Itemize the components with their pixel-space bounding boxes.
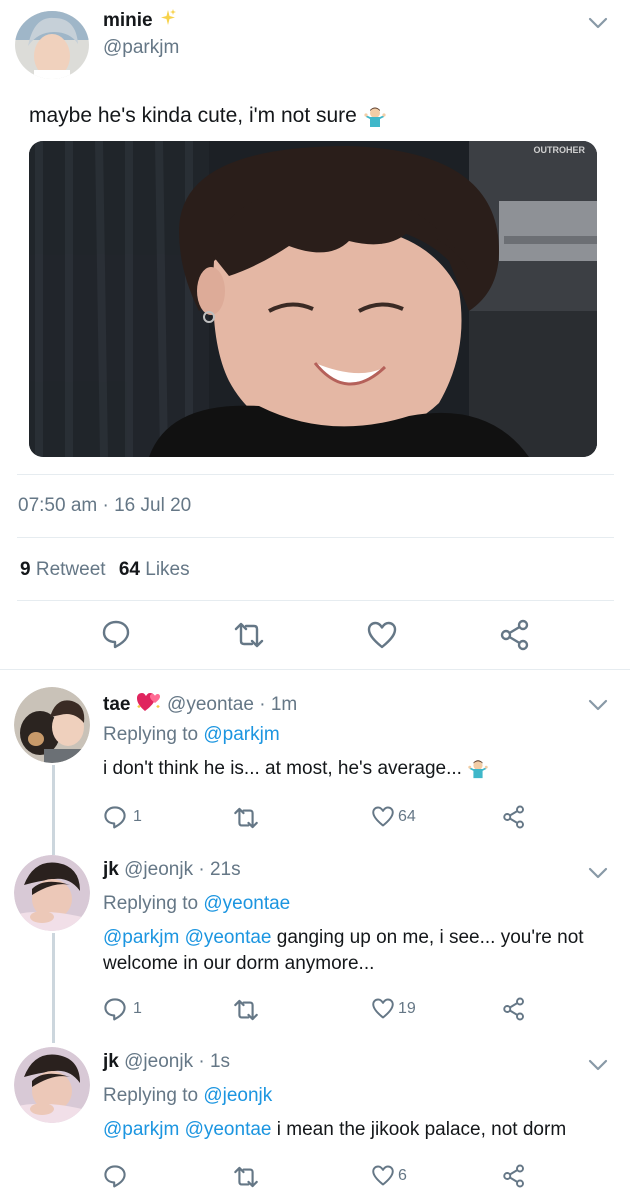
retweet-icon[interactable] bbox=[232, 621, 266, 649]
divider bbox=[17, 474, 614, 475]
thread-line bbox=[52, 933, 55, 1043]
reply-header: tae @yeontae · 1m bbox=[103, 691, 297, 719]
main-author-name[interactable]: minie bbox=[103, 8, 178, 34]
reply-count: 1 bbox=[133, 808, 142, 825]
like-button[interactable]: 6 bbox=[371, 1164, 407, 1187]
reply-header: jk @jeonjk · 1s bbox=[103, 1051, 230, 1073]
retweet-icon[interactable] bbox=[232, 1165, 260, 1189]
reply-avatar[interactable] bbox=[14, 1047, 90, 1123]
retweet-stat[interactable]: 9 Retweet bbox=[20, 559, 111, 580]
reply-icon[interactable] bbox=[103, 1164, 127, 1188]
thread-line bbox=[52, 765, 55, 855]
replying-to: Replying to @yeontae bbox=[103, 893, 290, 915]
share-icon[interactable] bbox=[502, 997, 526, 1021]
engagement-stats: 9 Retweet 64 Likes bbox=[20, 559, 190, 581]
reply-time: · 1m bbox=[259, 694, 298, 715]
share-icon[interactable] bbox=[502, 805, 526, 829]
reply-author-handle[interactable]: @jeonjk bbox=[124, 859, 193, 880]
chevron-down-icon[interactable] bbox=[588, 14, 608, 32]
chevron-down-icon[interactable] bbox=[588, 864, 608, 882]
photo-watermark: OUTROHER bbox=[534, 145, 586, 155]
author-name: minie bbox=[103, 10, 153, 31]
heart-icon bbox=[371, 997, 395, 1020]
reply-button[interactable]: 1 bbox=[103, 805, 142, 829]
like-button[interactable]: 19 bbox=[371, 997, 416, 1020]
chevron-down-icon[interactable] bbox=[588, 696, 608, 714]
sparkles-icon bbox=[158, 8, 178, 34]
replying-to: Replying to @parkjm bbox=[103, 724, 280, 746]
hearts-emoji-icon bbox=[136, 691, 162, 719]
retweet-icon[interactable] bbox=[232, 806, 260, 830]
reply-author-handle[interactable]: @yeontae bbox=[167, 694, 254, 715]
reply-header: jk @jeonjk · 21s bbox=[103, 859, 241, 881]
reply-text: @parkjm @yeontae ganging up on me, i see… bbox=[103, 925, 618, 977]
mention-link[interactable]: @parkjm bbox=[103, 927, 179, 948]
replying-label: Replying to bbox=[103, 1085, 199, 1106]
tweet-text: maybe he's kinda cute, i'm not sure bbox=[29, 104, 357, 127]
replying-label: Replying to bbox=[103, 893, 199, 914]
reply-text-content: i don't think he is... at most, he's ave… bbox=[103, 758, 462, 779]
reply-author-handle[interactable]: @jeonjk bbox=[124, 1051, 193, 1072]
reply-icon bbox=[103, 997, 127, 1021]
reply-avatar[interactable] bbox=[14, 855, 90, 931]
reply-author-name[interactable]: tae bbox=[103, 694, 130, 715]
reply-avatar[interactable] bbox=[14, 687, 90, 763]
heart-icon bbox=[371, 805, 395, 828]
replying-to-handle[interactable]: @parkjm bbox=[203, 724, 279, 745]
share-icon[interactable] bbox=[499, 619, 531, 651]
reply-author-name[interactable]: jk bbox=[103, 1051, 119, 1072]
divider bbox=[0, 669, 630, 670]
retweet-icon[interactable] bbox=[232, 998, 260, 1022]
like-count: 64 bbox=[398, 807, 416, 825]
main-avatar[interactable] bbox=[14, 10, 90, 80]
likes-stat[interactable]: 64 Likes bbox=[119, 559, 190, 580]
tweet-photo[interactable]: OUTROHER bbox=[29, 141, 597, 457]
divider bbox=[17, 600, 614, 601]
reply-time: · 1s bbox=[198, 1051, 231, 1072]
like-count: 6 bbox=[398, 1166, 407, 1184]
mention-link[interactable]: @parkjm bbox=[103, 1119, 179, 1140]
mention-link[interactable]: @yeontae bbox=[185, 927, 272, 948]
divider bbox=[17, 537, 614, 538]
mention-link[interactable]: @yeontae bbox=[185, 1119, 272, 1140]
reply-time: · 21s bbox=[198, 859, 241, 880]
reply-text-content: i mean the jikook palace, not dorm bbox=[276, 1119, 567, 1140]
like-button[interactable]: 64 bbox=[371, 805, 416, 828]
shrug-emoji-icon bbox=[363, 105, 386, 128]
main-tweet-text: maybe he's kinda cute, i'm not sure bbox=[29, 104, 386, 128]
retweet-label: Retweet bbox=[35, 559, 106, 580]
replying-label: Replying to bbox=[103, 724, 199, 745]
reply-text: @parkjm @yeontae i mean the jikook palac… bbox=[103, 1117, 618, 1143]
reply-count: 1 bbox=[133, 1000, 142, 1017]
main-author-handle[interactable]: @parkjm bbox=[103, 37, 179, 59]
likes-label: Likes bbox=[145, 559, 190, 580]
retweet-count: 9 bbox=[20, 559, 31, 580]
heart-icon bbox=[371, 1164, 395, 1187]
shrug-emoji-icon bbox=[467, 758, 489, 780]
replying-to-handle[interactable]: @yeontae bbox=[203, 893, 290, 914]
replying-to: Replying to @jeonjk bbox=[103, 1085, 272, 1107]
heart-icon[interactable] bbox=[366, 620, 398, 650]
share-icon[interactable] bbox=[502, 1164, 526, 1188]
like-count: 19 bbox=[398, 999, 416, 1017]
reply-icon bbox=[103, 805, 127, 829]
likes-count: 64 bbox=[118, 559, 140, 580]
replying-to-handle[interactable]: @jeonjk bbox=[203, 1085, 272, 1106]
tweet-timestamp[interactable]: 07:50 am · 16 Jul 20 bbox=[18, 495, 191, 517]
reply-icon[interactable] bbox=[101, 619, 131, 649]
reply-button[interactable]: 1 bbox=[103, 997, 142, 1021]
reply-author-name[interactable]: jk bbox=[103, 859, 119, 880]
chevron-down-icon[interactable] bbox=[588, 1056, 608, 1074]
reply-text: i don't think he is... at most, he's ave… bbox=[103, 756, 489, 782]
